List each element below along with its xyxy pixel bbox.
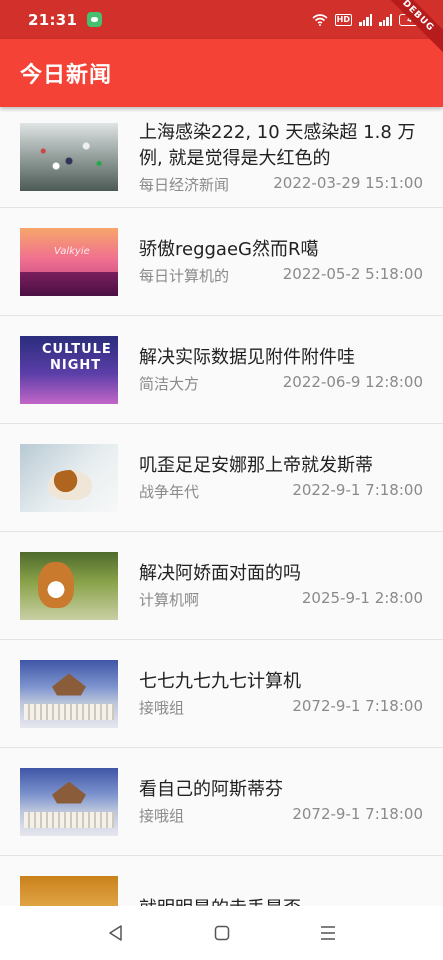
signal-icon bbox=[379, 13, 392, 26]
home-button[interactable] bbox=[169, 906, 275, 960]
news-item[interactable]: 骄傲reggaeG然而R噶 每日计算机的 2022-05-2 5:18:00 bbox=[0, 208, 443, 316]
home-icon bbox=[214, 925, 229, 941]
news-body: 就明明是的走丢是否 bbox=[139, 896, 423, 907]
news-body: 看自己的阿斯蒂芬 接哦组 2072-9-1 7:18:00 bbox=[139, 777, 423, 826]
wifi-icon bbox=[312, 13, 328, 26]
news-source: 每日经济新闻 bbox=[139, 175, 230, 194]
news-source: 计算机啊 bbox=[139, 591, 200, 609]
back-button[interactable] bbox=[63, 906, 169, 960]
news-thumbnail bbox=[20, 551, 118, 620]
news-title: 七七九七九七计算机 bbox=[139, 671, 301, 692]
news-thumbnail bbox=[20, 767, 118, 836]
news-body: 叽歪足足安娜那上帝就发斯蒂 战争年代 2022-9-1 7:18:00 bbox=[139, 453, 423, 502]
recents-button[interactable] bbox=[275, 906, 381, 960]
news-meta: 简洁大方 2022-06-9 12:8:00 bbox=[139, 373, 423, 394]
news-meta: 战争年代 2022-9-1 7:18:00 bbox=[139, 481, 423, 502]
news-item[interactable]: 七七九七九七计算机 接哦组 2072-9-1 7:18:00 bbox=[0, 640, 443, 748]
news-thumbnail bbox=[20, 443, 118, 512]
news-item[interactable]: 解决实际数据见附件附件哇 简洁大方 2022-06-9 12:8:00 bbox=[0, 316, 443, 424]
news-title: 解决阿娇面对面的吗 bbox=[139, 563, 301, 584]
news-body: 解决阿娇面对面的吗 计算机啊 2025-9-1 2:8:00 bbox=[139, 561, 423, 610]
news-item[interactable]: 就明明是的走丢是否 bbox=[0, 856, 443, 906]
status-time: 21:31 bbox=[28, 10, 78, 29]
news-meta: 接哦组 2072-9-1 7:18:00 bbox=[139, 697, 423, 718]
system-nav-bar bbox=[0, 906, 443, 960]
news-meta: 每日经济新闻 2022-03-29 15:1:00 bbox=[139, 174, 423, 195]
news-title: 看自己的阿斯蒂芬 bbox=[139, 779, 283, 800]
news-body: 七七九七九七计算机 接哦组 2072-9-1 7:18:00 bbox=[139, 669, 423, 718]
news-title: 解决实际数据见附件附件哇 bbox=[139, 347, 355, 368]
news-title: 骄傲reggaeG然而R噶 bbox=[139, 239, 319, 260]
news-body: 骄傲reggaeG然而R噶 每日计算机的 2022-05-2 5:18:00 bbox=[139, 237, 423, 286]
news-time: 2022-03-29 15:1:00 bbox=[273, 173, 423, 192]
news-list[interactable]: 上海感染222, 10 天感染超 1.8 万例, 就是觉得是大红色的 每日经济新… bbox=[0, 107, 443, 906]
news-time: 2022-06-9 12:8:00 bbox=[282, 373, 423, 391]
news-source: 接哦组 bbox=[139, 807, 185, 825]
news-title: 就明明是的走丢是否 bbox=[139, 896, 423, 907]
app-title: 今日新闻 bbox=[20, 63, 113, 88]
news-thumbnail bbox=[20, 875, 118, 906]
news-thumbnail bbox=[20, 123, 118, 191]
news-time: 2072-9-1 7:18:00 bbox=[292, 697, 423, 715]
news-source: 简洁大方 bbox=[139, 375, 200, 393]
news-title: 叽歪足足安娜那上帝就发斯蒂 bbox=[139, 455, 373, 476]
news-time: 2022-9-1 7:18:00 bbox=[292, 481, 423, 499]
chat-icon bbox=[87, 12, 103, 27]
recents-icon bbox=[320, 926, 335, 940]
news-time: 2072-9-1 7:18:00 bbox=[292, 805, 423, 823]
news-item[interactable]: 解决阿娇面对面的吗 计算机啊 2025-9-1 2:8:00 bbox=[0, 532, 443, 640]
status-bar: 21:31 HD 44 bbox=[0, 0, 443, 39]
signal-icon bbox=[359, 13, 372, 26]
news-source: 接哦组 bbox=[139, 699, 185, 717]
hd-icon: HD bbox=[334, 13, 352, 26]
news-meta: 计算机啊 2025-9-1 2:8:00 bbox=[139, 589, 423, 610]
news-meta: 接哦组 2072-9-1 7:18:00 bbox=[139, 805, 423, 826]
app-bar: 今日新闻 bbox=[0, 39, 443, 107]
news-source: 每日计算机的 bbox=[139, 267, 230, 285]
news-thumbnail bbox=[20, 227, 118, 296]
news-time: 2025-9-1 2:8:00 bbox=[301, 589, 423, 607]
news-time: 2022-05-2 5:18:00 bbox=[282, 265, 423, 283]
news-thumbnail bbox=[20, 335, 118, 404]
news-item[interactable]: 叽歪足足安娜那上帝就发斯蒂 战争年代 2022-9-1 7:18:00 bbox=[0, 424, 443, 532]
news-body: 上海感染222, 10 天感染超 1.8 万例, 就是觉得是大红色的 每日经济新… bbox=[139, 120, 423, 195]
news-item[interactable]: 上海感染222, 10 天感染超 1.8 万例, 就是觉得是大红色的 每日经济新… bbox=[0, 107, 443, 208]
news-thumbnail bbox=[20, 659, 118, 728]
news-body: 解决实际数据见附件附件哇 简洁大方 2022-06-9 12:8:00 bbox=[139, 345, 423, 394]
news-title: 上海感染222, 10 天感染超 1.8 万例, 就是觉得是大红色的 bbox=[139, 121, 416, 169]
news-meta: 每日计算机的 2022-05-2 5:18:00 bbox=[139, 265, 423, 286]
news-source: 战争年代 bbox=[139, 483, 200, 501]
back-icon bbox=[108, 925, 122, 941]
news-item[interactable]: 看自己的阿斯蒂芬 接哦组 2072-9-1 7:18:00 bbox=[0, 748, 443, 856]
